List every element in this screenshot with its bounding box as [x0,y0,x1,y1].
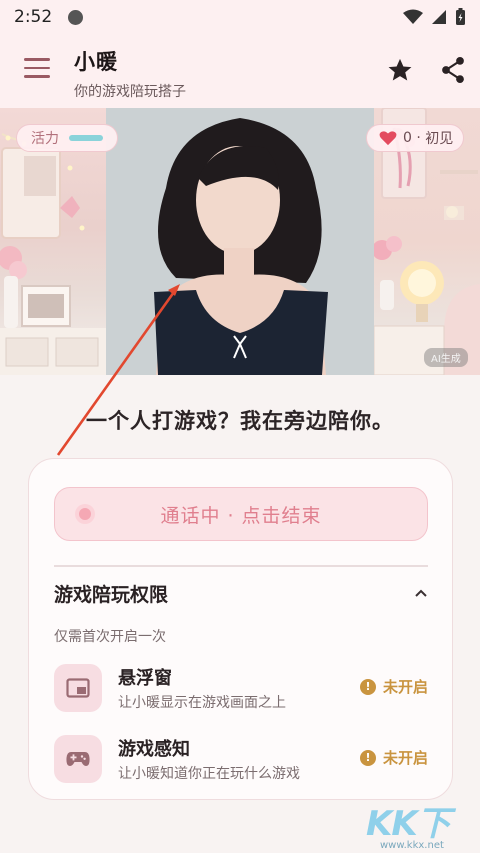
title-block: 小暖 你的游戏陪玩搭子 [74,46,186,101]
ai-generated-badge: AI生成 [424,348,468,367]
tagline: 一个人打游戏？我在旁边陪你。 [86,409,394,433]
warning-icon: ! [359,749,376,766]
permission-status-label: 未开启 [382,678,428,696]
permission-desc: 让小暖显示在游戏画面之上 [118,695,286,711]
permission-name: 悬浮窗 [118,668,172,689]
permission-status: ! 未开启 [359,747,428,768]
app-bar: 小暖 你的游戏陪玩搭子 [0,34,480,108]
watermark-logo: KK下载 www.kkx.net [362,796,480,853]
app-subtitle: 你的游戏陪玩搭子 [74,84,186,100]
affection-stage: 初见 [425,131,454,147]
status-bar: 2:52 [0,0,480,34]
permissions-title: 游戏陪玩权限 [54,583,169,606]
call-indicator-dot [79,508,91,520]
affection-separator: · [411,130,426,146]
energy-bar [69,135,103,141]
app-title: 小暖 [74,50,118,74]
battery-icon [456,8,465,25]
chevron-up-icon[interactable] [414,588,428,598]
notification-dot-icon [68,9,84,25]
affection-count: 0 [403,130,412,146]
permission-status-label: 未开启 [382,749,428,767]
menu-icon[interactable] [24,58,50,78]
permission-row-floating-window[interactable]: 悬浮窗 让小暖显示在游戏画面之上 ! 未开启 [54,664,428,712]
heart-icon [379,131,397,146]
companion-portrait [106,108,374,375]
divider [54,565,428,567]
cell-signal-icon [432,10,446,24]
permission-name: 游戏感知 [118,739,190,760]
gamepad-icon [54,735,102,783]
affection-pill: 0 · 初见 [366,124,464,152]
end-call-button[interactable]: 通话中 · 点击结束 [54,487,428,541]
companion-hero: 活力 0 · 初见 AI生成 [0,108,480,375]
permission-row-game-detection[interactable]: 游戏感知 让小暖知道你正在玩什么游戏 ! 未开启 [54,735,428,783]
energy-pill: 活力 [16,124,118,152]
watermark-url: www.kkx.net [380,840,444,851]
permission-desc: 让小暖知道你正在玩什么游戏 [118,766,300,782]
energy-label: 活力 [31,131,59,147]
picture-in-picture-icon [54,664,102,712]
share-icon[interactable] [440,56,466,84]
wifi-icon [403,9,423,24]
permissions-header[interactable]: 游戏陪玩权限 [54,579,428,607]
permission-status: ! 未开启 [359,676,428,697]
status-time: 2:52 [14,7,53,27]
star-icon[interactable] [386,56,414,84]
companion-card: 通话中 · 点击结束 游戏陪玩权限 仅需首次开启一次 悬浮窗 让小暖显示在游戏画… [28,458,453,800]
warning-icon: ! [359,678,376,695]
end-call-label: 通话中 · 点击结束 [160,504,322,527]
permissions-note: 仅需首次开启一次 [54,629,166,645]
